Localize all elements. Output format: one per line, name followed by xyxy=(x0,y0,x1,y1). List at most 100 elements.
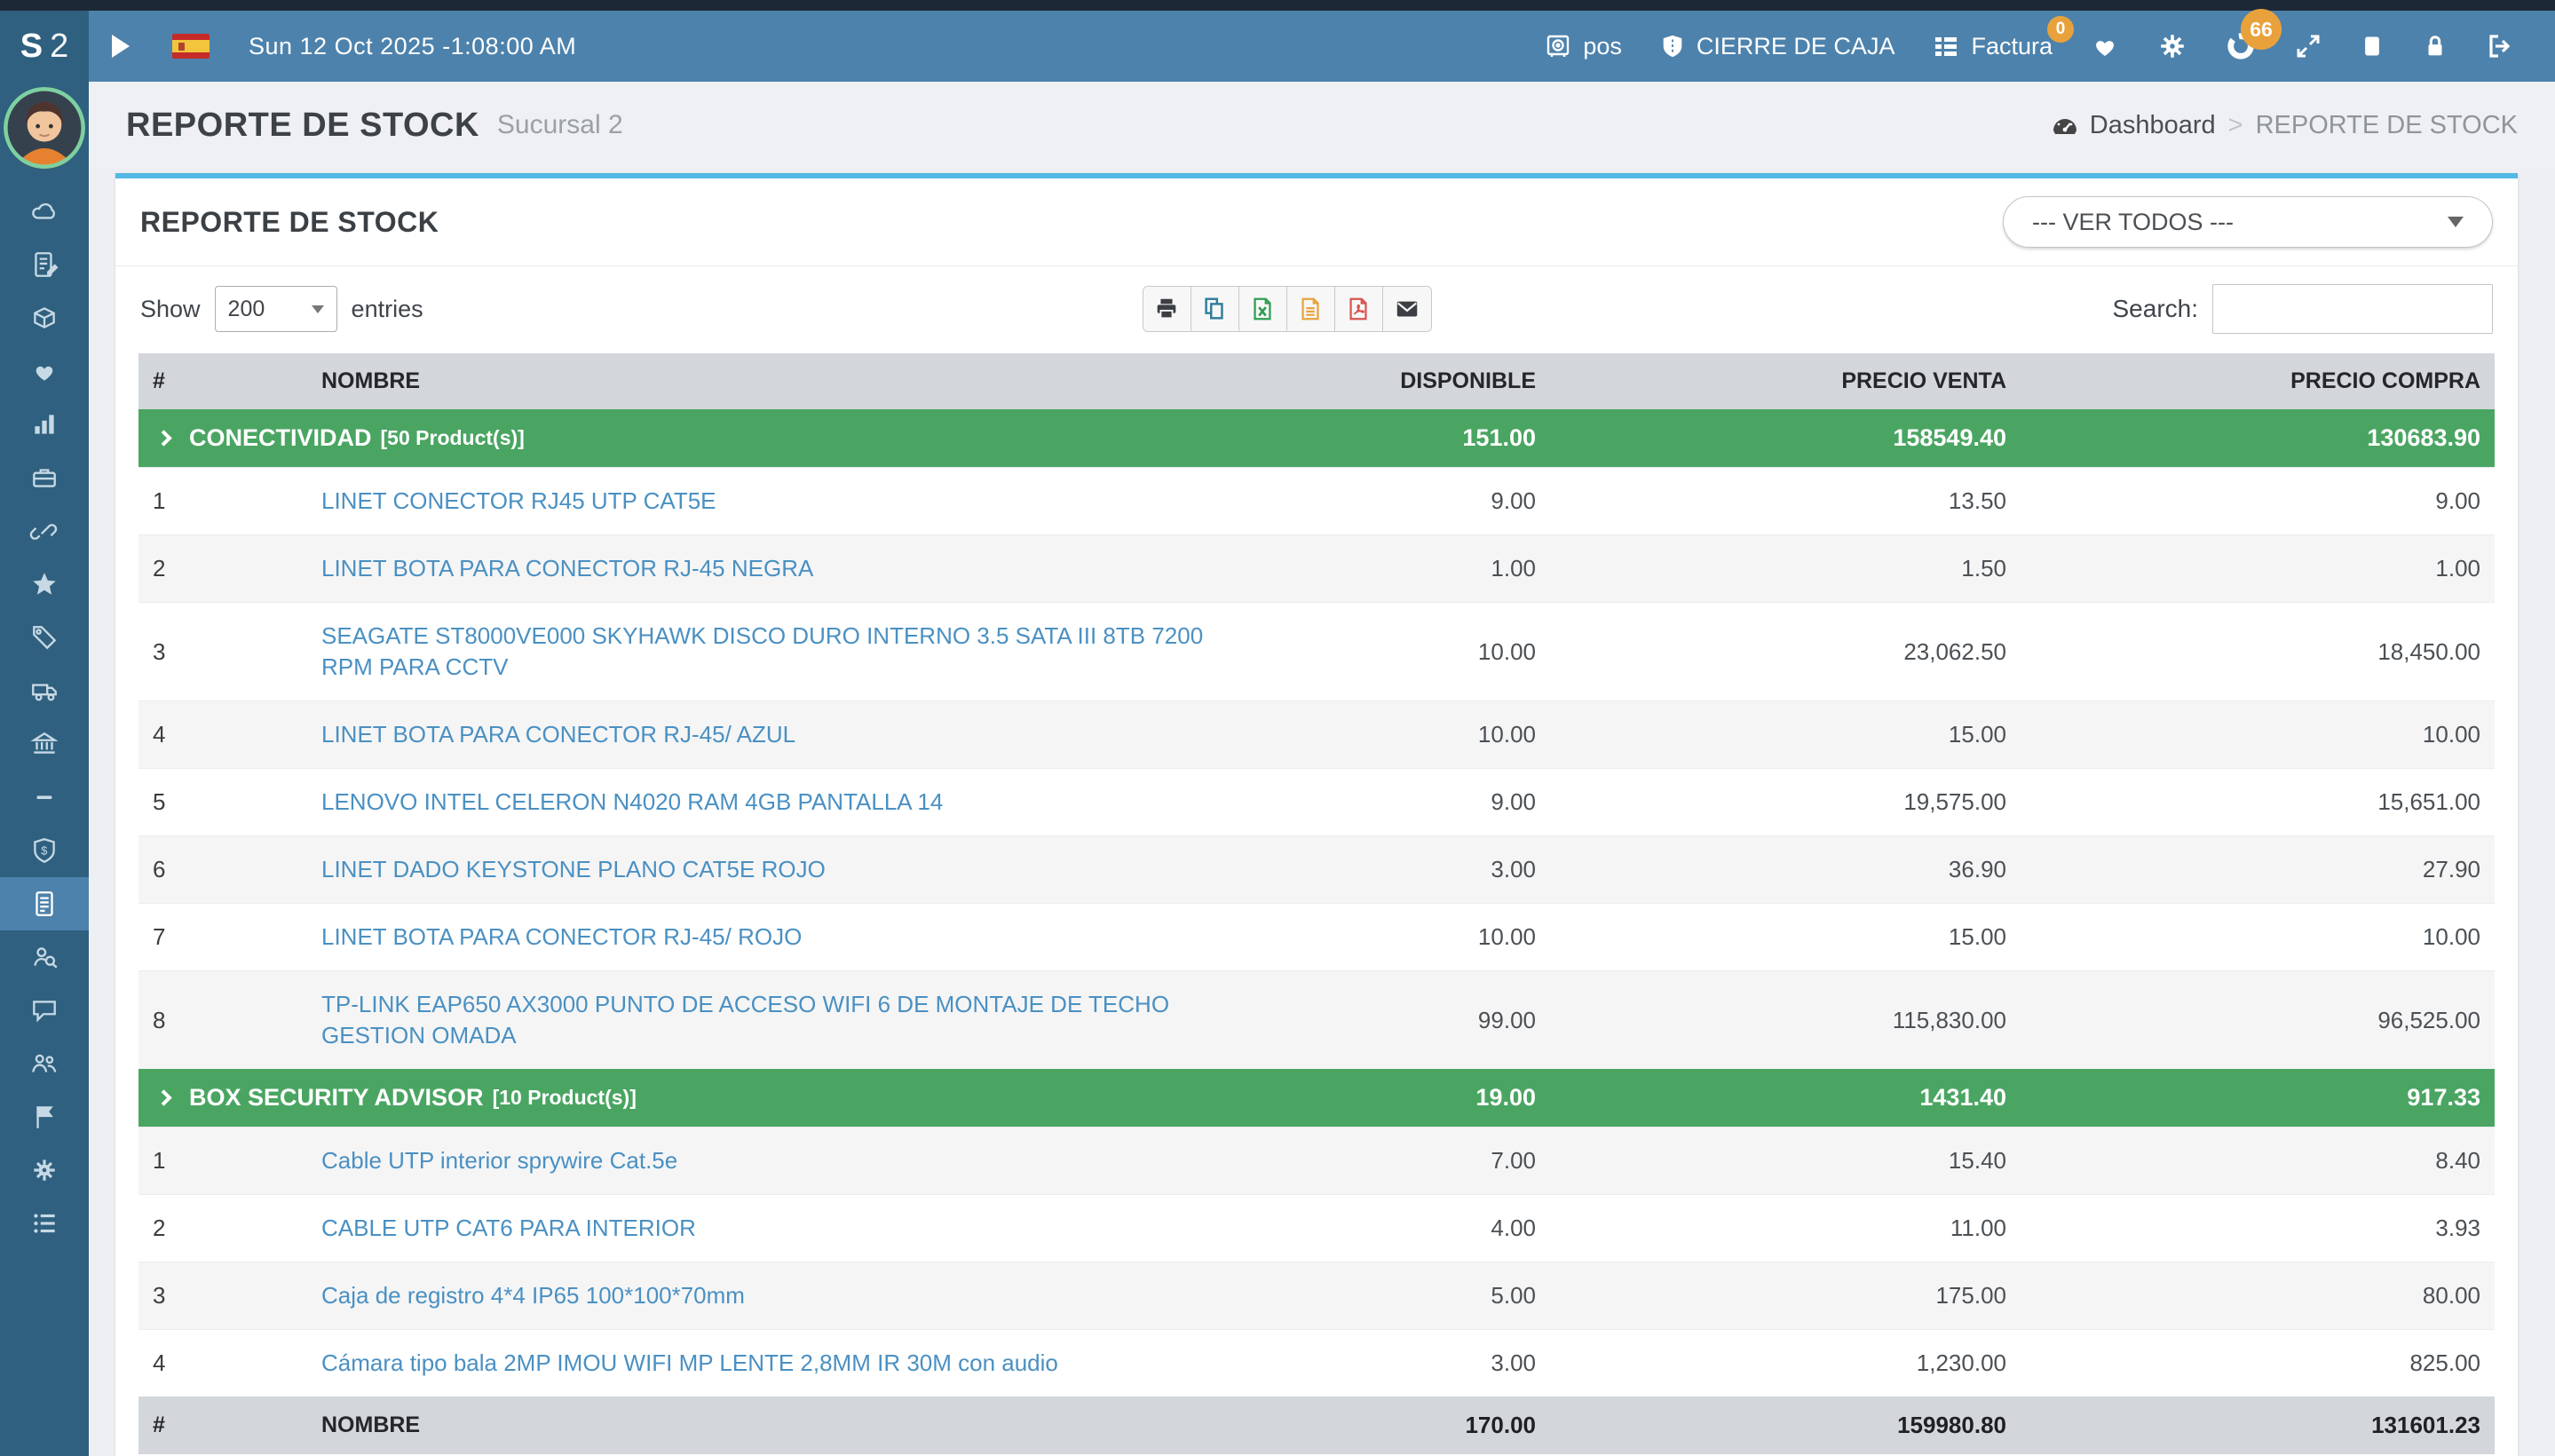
search-label: Search: xyxy=(2113,295,2199,323)
sidebar-item-links[interactable] xyxy=(0,504,89,558)
entries-select[interactable]: 200 xyxy=(215,286,337,332)
product-link[interactable]: LENOVO INTEL CELERON N4020 RAM 4GB PANTA… xyxy=(321,788,943,815)
product-link[interactable]: Cable UTP interior sprywire Cat.5e xyxy=(321,1147,677,1174)
envelope-icon xyxy=(1394,296,1420,322)
user-avatar[interactable] xyxy=(4,87,85,169)
sidebar-item-customers[interactable] xyxy=(0,1037,89,1090)
favorites-button[interactable] xyxy=(2090,32,2120,60)
sidebar-item-messages[interactable] xyxy=(0,984,89,1037)
sidebar-item-star[interactable] xyxy=(0,558,89,611)
excel-export-button[interactable] xyxy=(1239,287,1287,331)
product-link[interactable]: TP-LINK EAP650 AX3000 PUNTO DE ACCESO WI… xyxy=(321,991,1169,1048)
group-purchase: 917.33 xyxy=(2021,1069,2495,1128)
notifications-button[interactable]: 66 xyxy=(2225,30,2257,62)
breadcrumb-separator: > xyxy=(2228,111,2243,140)
group-available: 151.00 xyxy=(1266,409,1550,468)
row-purchase: 27.90 xyxy=(2021,836,2495,904)
table-row: 2 CABLE UTP CAT6 PARA INTERIOR 4.00 11.0… xyxy=(138,1195,2495,1262)
email-button[interactable] xyxy=(1383,287,1431,331)
logout-button[interactable] xyxy=(2486,32,2514,60)
page-subtitle: Sucursal 2 xyxy=(497,110,623,140)
app-logo[interactable]: S 2 xyxy=(0,11,89,82)
pos-button[interactable]: pos xyxy=(1544,32,1622,60)
sidebar-item-briefcase[interactable] xyxy=(0,451,89,504)
product-link[interactable]: LINET BOTA PARA CONECTOR RJ-45/ AZUL xyxy=(321,721,795,748)
copy-button[interactable] xyxy=(1191,287,1239,331)
sidebar-item-bank[interactable] xyxy=(0,717,89,771)
spain-flag-icon[interactable] xyxy=(172,34,210,59)
product-link[interactable]: Cámara tipo bala 2MP IMOU WIFI MP LENTE … xyxy=(321,1349,1058,1376)
table-row: 2 LINET BOTA PARA CONECTOR RJ-45 NEGRA 1… xyxy=(138,535,2495,603)
product-link[interactable]: LINET BOTA PARA CONECTOR RJ-45/ ROJO xyxy=(321,923,802,950)
sidebar-item-shipping[interactable] xyxy=(0,664,89,717)
signout-icon xyxy=(2486,32,2514,60)
table-row: 4 Cámara tipo bala 2MP IMOU WIFI MP LENT… xyxy=(138,1330,2495,1397)
sidebar-item-money-shield[interactable]: $ xyxy=(0,824,89,877)
svg-text:$: $ xyxy=(41,843,47,857)
sidebar-item-products[interactable] xyxy=(0,291,89,344)
sidebar-item-favorites[interactable] xyxy=(0,344,89,398)
row-sale: 175.00 xyxy=(1550,1262,2021,1330)
col-header-num[interactable]: # xyxy=(138,353,307,409)
copy-icon xyxy=(1201,296,1228,322)
fullscreen-button[interactable] xyxy=(2294,32,2322,60)
col-header-precio-compra[interactable]: PRECIO COMPRA xyxy=(2021,353,2495,409)
sidebar-item-user-search[interactable] xyxy=(0,930,89,984)
sidebar-item-cloud[interactable] xyxy=(0,185,89,238)
row-sale: 1,230.00 xyxy=(1550,1330,2021,1397)
footer-available-total: 170.00 xyxy=(1266,1397,1550,1454)
chat-icon xyxy=(29,995,59,1025)
sidebar-item-stock-report[interactable] xyxy=(0,877,89,930)
product-link[interactable]: LINET DADO KEYSTONE PLANO CAT5E ROJO xyxy=(321,856,826,882)
sidebar-item-lists[interactable] xyxy=(0,1197,89,1250)
print-button[interactable] xyxy=(1143,287,1191,331)
row-purchase: 3.93 xyxy=(2021,1195,2495,1262)
csv-export-button[interactable] xyxy=(1287,287,1335,331)
entries-label: entries xyxy=(352,296,423,323)
factura-button[interactable]: Factura 0 xyxy=(1932,32,2053,60)
group-count: [50 Product(s)] xyxy=(381,423,525,454)
window-top-strip xyxy=(0,0,2555,11)
group-row-conectividad[interactable]: CONECTIVIDAD[50 Product(s)] 151.00 15854… xyxy=(138,409,2495,468)
search-input[interactable] xyxy=(2212,284,2493,334)
row-purchase: 9.00 xyxy=(2021,468,2495,535)
product-link[interactable]: LINET BOTA PARA CONECTOR RJ-45 NEGRA xyxy=(321,555,813,582)
product-link[interactable]: SEAGATE ST8000VE000 SKYHAWK DISCO DURO I… xyxy=(321,622,1203,680)
sidebar-item-flags[interactable] xyxy=(0,1090,89,1143)
logo-light: 2 xyxy=(50,28,68,66)
group-row-box-security-advisor[interactable]: BOX SECURITY ADVISOR[10 Product(s)] 19.0… xyxy=(138,1069,2495,1128)
row-num: 4 xyxy=(138,1330,307,1397)
group-count: [10 Product(s)] xyxy=(493,1082,637,1113)
sidebar-toggle-button[interactable] xyxy=(108,33,131,59)
search-control: Search: xyxy=(2113,284,2494,334)
product-link[interactable]: LINET CONECTOR RJ45 UTP CAT5E xyxy=(321,487,716,514)
breadcrumb-home-label: Dashboard xyxy=(2090,111,2216,140)
breadcrumb-dashboard-link[interactable]: Dashboard xyxy=(2051,111,2216,140)
row-num: 7 xyxy=(138,904,307,971)
col-header-nombre[interactable]: NOMBRE xyxy=(307,353,1266,409)
row-available: 1.00 xyxy=(1266,535,1550,603)
cierre-de-caja-button[interactable]: CIERRE DE CAJA xyxy=(1659,32,1895,60)
settings-button[interactable] xyxy=(2157,31,2187,61)
pdf-export-button[interactable] xyxy=(1335,287,1383,331)
col-header-disponible[interactable]: DISPONIBLE xyxy=(1266,353,1550,409)
sidebar-item-invoices[interactable] xyxy=(0,238,89,291)
page-header: REPORTE DE STOCK Sucursal 2 Dashboard > … xyxy=(89,82,2555,169)
row-num: 8 xyxy=(138,971,307,1070)
sidebar-item-minus[interactable] xyxy=(0,771,89,824)
product-link[interactable]: Caja de registro 4*4 IP65 100*100*70mm xyxy=(321,1282,745,1309)
col-header-precio-venta[interactable]: PRECIO VENTA xyxy=(1550,353,2021,409)
sidebar-item-tags[interactable] xyxy=(0,611,89,664)
file-pen-icon xyxy=(29,249,59,280)
cloud-icon xyxy=(29,196,59,226)
lock-screen-button[interactable] xyxy=(2422,32,2448,60)
sidebar-item-reports-chart[interactable] xyxy=(0,398,89,451)
category-filter-select[interactable]: --- VER TODOS --- xyxy=(2003,196,2493,248)
row-purchase: 96,525.00 xyxy=(2021,971,2495,1070)
footer-purchase-total: 131601.23 xyxy=(2021,1397,2495,1454)
safe-icon xyxy=(1544,32,1572,60)
display-button[interactable] xyxy=(2360,32,2385,60)
sidebar-item-settings[interactable] xyxy=(0,1143,89,1197)
product-link[interactable]: CABLE UTP CAT6 PARA INTERIOR xyxy=(321,1215,696,1241)
play-icon xyxy=(108,33,131,59)
